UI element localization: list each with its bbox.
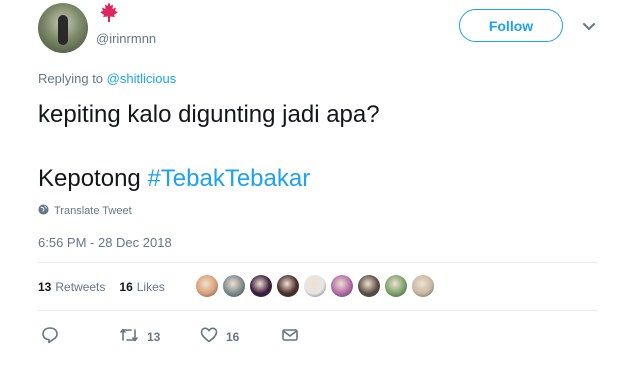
mention-link[interactable]: @shitlicious (107, 71, 177, 86)
liker-avatar[interactable] (250, 275, 272, 297)
globe-icon (38, 204, 49, 218)
liker-avatar[interactable] (196, 275, 218, 297)
tweet-text-line2: Kepotong #TebakTebakar (38, 164, 310, 194)
divider (38, 262, 598, 263)
hashtag-link[interactable]: #TebakTebakar (147, 165, 310, 192)
tweet-stats: 13 Retweets 16 Likes (38, 280, 165, 294)
retweet-icon (119, 326, 139, 347)
tweet-timestamp[interactable]: 6:56 PM - 28 Dec 2018 (38, 235, 172, 250)
translate-label[interactable]: Translate Tweet (54, 205, 132, 217)
author-avatar[interactable] (38, 3, 88, 53)
liker-avatar[interactable] (304, 275, 326, 297)
like-button[interactable]: 16 (200, 326, 239, 347)
canada-flag-icon (96, 2, 122, 24)
liker-avatar[interactable] (358, 275, 380, 297)
replying-to-label: Replying to (38, 71, 104, 86)
direct-message-button[interactable] (281, 326, 299, 347)
liker-avatar[interactable] (412, 275, 434, 297)
reply-icon (41, 326, 59, 347)
retweet-button[interactable]: 13 (119, 326, 160, 347)
retweets-label[interactable]: Retweets (55, 280, 105, 294)
like-count: 16 (226, 329, 240, 344)
replying-to: Replying to @shitlicious (38, 71, 176, 86)
translate-tweet[interactable]: Translate Tweet (38, 204, 132, 218)
tweet-text-line1: kepiting kalo digunting jadi apa? (38, 101, 380, 128)
tweet-text: Kepotong (38, 165, 141, 192)
heart-icon (200, 326, 218, 347)
chevron-down-icon[interactable] (579, 16, 599, 36)
likes-count[interactable]: 16 (119, 280, 132, 294)
reply-button[interactable] (41, 326, 59, 347)
follow-button[interactable]: Follow (459, 9, 563, 42)
retweets-count[interactable]: 13 (38, 280, 51, 294)
author-handle[interactable]: @irinrmnn (96, 31, 156, 46)
liker-avatar[interactable] (385, 275, 407, 297)
divider (38, 310, 598, 311)
likers-avatars (196, 275, 434, 297)
likes-label[interactable]: Likes (137, 280, 165, 294)
liker-avatar[interactable] (277, 275, 299, 297)
envelope-icon (281, 326, 299, 347)
liker-avatar[interactable] (223, 275, 245, 297)
retweet-count: 13 (147, 329, 161, 344)
liker-avatar[interactable] (331, 275, 353, 297)
